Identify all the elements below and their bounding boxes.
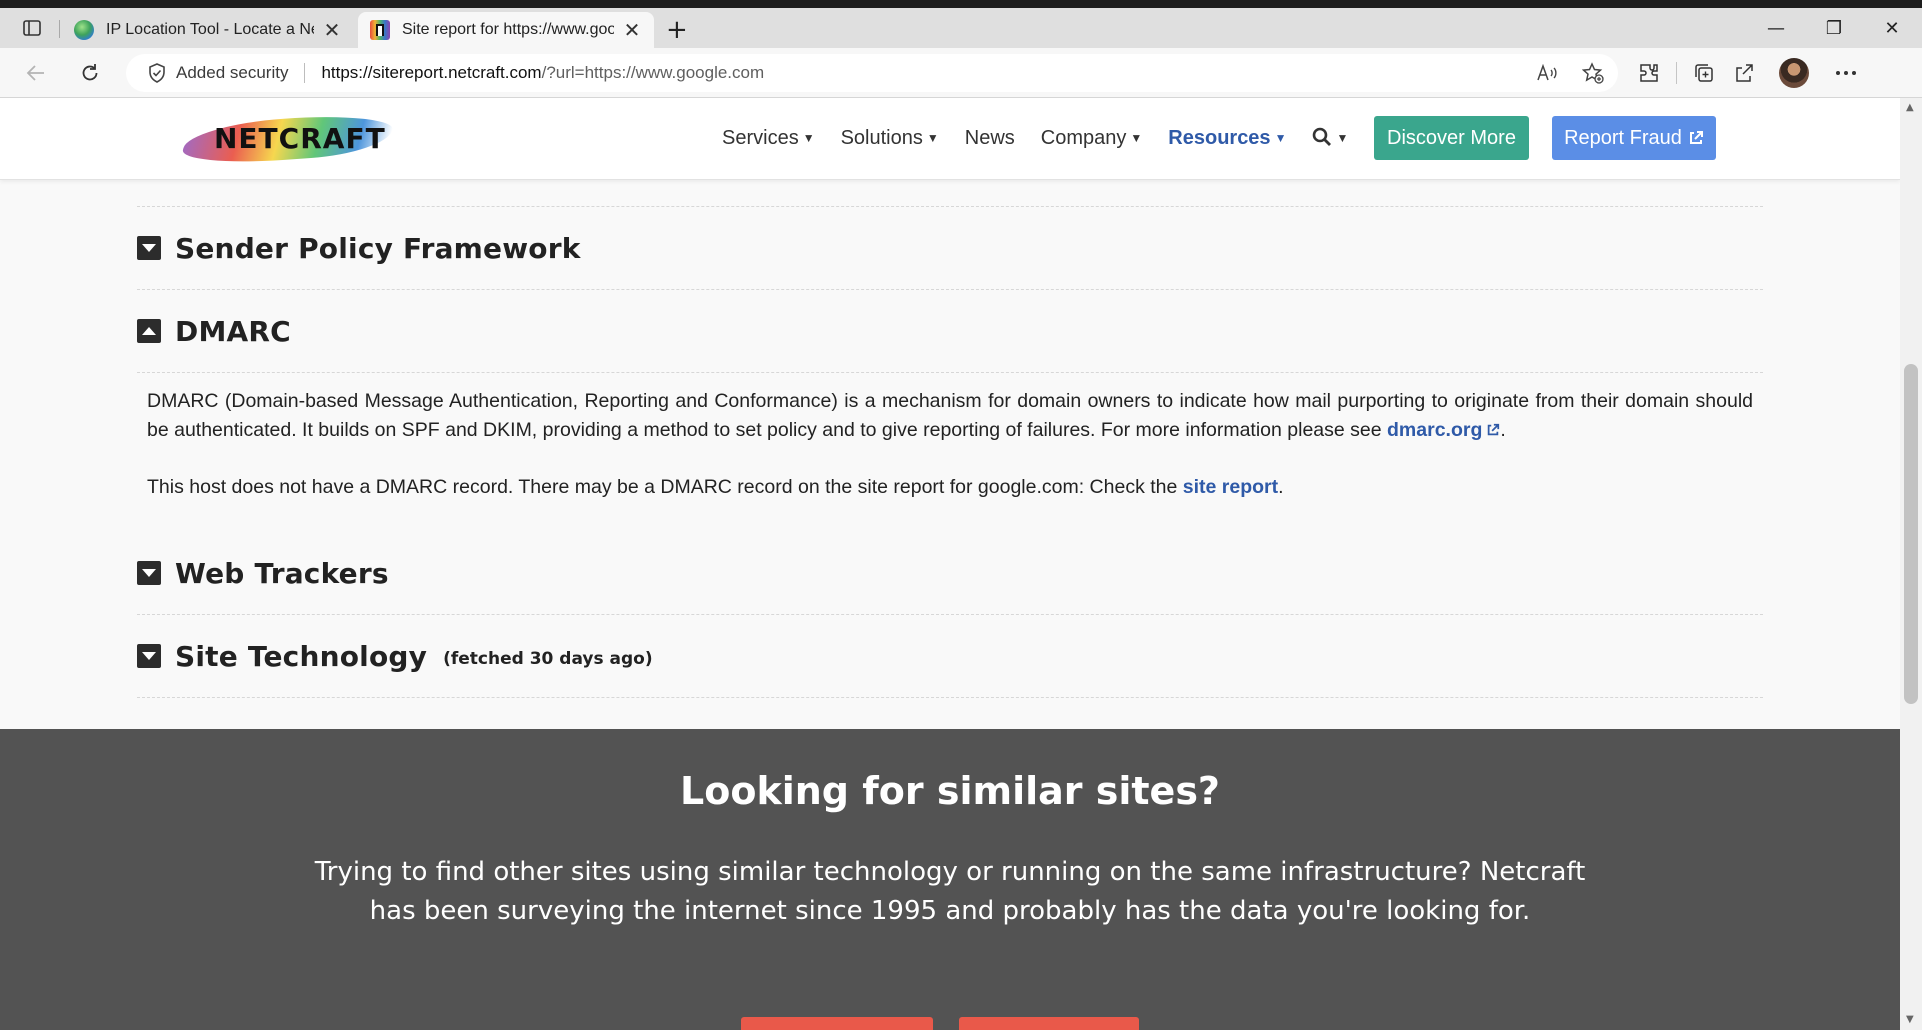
tab-ip-location[interactable]: IP Location Tool - Locate a Netw ✕ xyxy=(62,12,354,48)
section-header-dmarc[interactable]: DMARC xyxy=(137,290,1763,372)
discover-more-button[interactable]: Discover More xyxy=(1374,116,1529,160)
external-link-icon xyxy=(1488,423,1500,436)
page-viewport: NETCRAFT Services ▼ Solutions ▼ News Compa… xyxy=(0,98,1900,1030)
caret-down-icon: ▼ xyxy=(1336,130,1349,145)
netcraft-favicon-icon xyxy=(370,20,390,40)
main-nav: Services ▼ Solutions ▼ News Company ▼ Resou… xyxy=(722,116,1374,160)
nav-news[interactable]: News xyxy=(965,127,1015,150)
close-tab-icon[interactable]: ✕ xyxy=(622,18,642,43)
punctuation: . xyxy=(1278,476,1284,498)
tab-title: Site report for https://www.goog xyxy=(402,21,614,38)
banner-button-2[interactable] xyxy=(959,1017,1139,1030)
tab-site-report[interactable]: Site report for https://www.goog ✕ xyxy=(358,12,654,48)
banner-text: Trying to find other sites using similar… xyxy=(314,857,1586,926)
share-icon[interactable] xyxy=(1731,60,1757,86)
site-report-link[interactable]: site report xyxy=(1183,476,1278,498)
collapse-icon[interactable] xyxy=(137,319,161,343)
similar-sites-banner: Looking for similar sites? Trying to fin… xyxy=(0,729,1900,1030)
nav-search[interactable]: ▼ xyxy=(1312,127,1348,150)
back-icon[interactable] xyxy=(20,58,52,88)
dmarc-status: This host does not have a DMARC record. … xyxy=(147,473,1753,502)
nav-company[interactable]: Company ▼ xyxy=(1041,127,1143,150)
nav-label: Company xyxy=(1040,126,1127,149)
search-icon xyxy=(1313,127,1332,146)
dmarc-body: DMARC (Domain-based Message Authenticati… xyxy=(137,373,1763,532)
dmarc-status-text: This host does not have a DMARC record. … xyxy=(147,476,1183,498)
section-divider xyxy=(137,697,1763,698)
dmarc-org-link-label: dmarc.org xyxy=(1387,419,1483,441)
window-top-edge xyxy=(0,0,1922,8)
browser-toolbar: Added security https://sitereport.netcra… xyxy=(0,48,1922,98)
url-host: https://sitereport.netcraft.com xyxy=(321,63,542,82)
avatar[interactable] xyxy=(1779,58,1809,88)
favorites-add-icon[interactable] xyxy=(1580,60,1606,86)
toolbar-separator xyxy=(1676,62,1677,84)
close-tab-icon[interactable]: ✕ xyxy=(322,18,342,43)
toolbar-right xyxy=(1636,58,1859,88)
refresh-icon[interactable] xyxy=(74,58,106,88)
minimize-button[interactable]: — xyxy=(1756,18,1796,39)
report-fraud-button[interactable]: Report Fraud xyxy=(1552,116,1716,160)
nav-resources[interactable]: Resources ▼ xyxy=(1168,127,1286,150)
address-bar[interactable]: Added security https://sitereport.netcra… xyxy=(126,54,1618,92)
scroll-thumb[interactable] xyxy=(1904,364,1918,704)
caret-down-icon: ▼ xyxy=(802,130,815,145)
logo-wordmark: NETCRAFT xyxy=(214,122,386,155)
address-separator xyxy=(304,63,306,83)
address-actions xyxy=(1534,60,1606,86)
scroll-down-icon[interactable]: ▼ xyxy=(1906,1014,1914,1025)
security-indicator[interactable]: Added security xyxy=(148,63,288,83)
scroll-up-icon[interactable]: ▲ xyxy=(1906,102,1914,113)
nav-services[interactable]: Services ▼ xyxy=(722,127,815,150)
close-window-button[interactable]: ✕ xyxy=(1872,18,1912,39)
url-path: /?url=https://www.google.com xyxy=(541,63,765,82)
netcraft-logo[interactable]: NETCRAFT xyxy=(178,110,398,168)
banner-title: Looking for similar sites? xyxy=(680,769,1220,813)
report-fraud-label: Report Fraud xyxy=(1564,126,1682,149)
expand-icon[interactable] xyxy=(137,644,161,668)
nav-label: Resources xyxy=(1168,126,1271,149)
section-title: Web Trackers xyxy=(175,556,389,590)
dmarc-description: DMARC (Domain-based Message Authenticati… xyxy=(147,387,1753,445)
punctuation: . xyxy=(1500,419,1506,441)
section-header-web-trackers[interactable]: Web Trackers xyxy=(137,532,1763,614)
tab-separator xyxy=(59,20,60,38)
globe-icon xyxy=(74,20,94,40)
section-header-site-technology[interactable]: Site Technology (fetched 30 days ago) xyxy=(137,615,1763,697)
section-header-spf[interactable]: Sender Policy Framework xyxy=(137,207,1763,289)
caret-down-icon: ▼ xyxy=(1130,130,1143,145)
page-scrollbar[interactable]: ▲ ▼ xyxy=(1900,98,1922,1030)
read-aloud-icon[interactable] xyxy=(1534,60,1560,86)
nav-label: Services xyxy=(722,126,799,149)
nav-label: Solutions xyxy=(840,126,923,149)
tab-bar: IP Location Tool - Locate a Netw ✕ Site … xyxy=(0,8,1922,48)
nav-solutions[interactable]: Solutions ▼ xyxy=(841,127,939,150)
caret-down-icon: ▼ xyxy=(1274,130,1287,145)
shield-icon xyxy=(149,63,165,83)
url-text[interactable]: https://sitereport.netcraft.com/?url=htt… xyxy=(321,63,764,83)
security-label: Added security xyxy=(176,63,289,82)
restore-button[interactable]: ❐ xyxy=(1814,18,1854,39)
external-link-icon xyxy=(1689,131,1703,144)
section-title: Site Technology xyxy=(175,639,428,673)
more-icon[interactable] xyxy=(1833,60,1859,86)
extensions-icon[interactable] xyxy=(1636,60,1662,86)
new-tab-button[interactable]: + xyxy=(666,17,688,43)
collections-icon[interactable] xyxy=(1691,60,1717,86)
nav-label: News xyxy=(964,126,1015,149)
dmarc-org-link[interactable]: dmarc.org xyxy=(1387,419,1500,441)
expand-icon[interactable] xyxy=(137,236,161,260)
caret-down-icon: ▼ xyxy=(926,130,939,145)
tab-title: IP Location Tool - Locate a Netw xyxy=(106,21,314,38)
report-sections: Sender Policy Framework DMARC DMARC (Dom… xyxy=(137,206,1763,698)
dmarc-description-text: DMARC (Domain-based Message Authenticati… xyxy=(147,390,1753,441)
section-title: Sender Policy Framework xyxy=(175,231,581,265)
tab-actions-icon[interactable] xyxy=(14,14,50,42)
section-title: DMARC xyxy=(175,314,291,348)
banner-button-1[interactable] xyxy=(741,1017,933,1030)
section-subtitle: (fetched 30 days ago) xyxy=(443,649,653,669)
site-header: NETCRAFT Services ▼ Solutions ▼ News Compa… xyxy=(0,98,1900,180)
expand-icon[interactable] xyxy=(137,561,161,585)
